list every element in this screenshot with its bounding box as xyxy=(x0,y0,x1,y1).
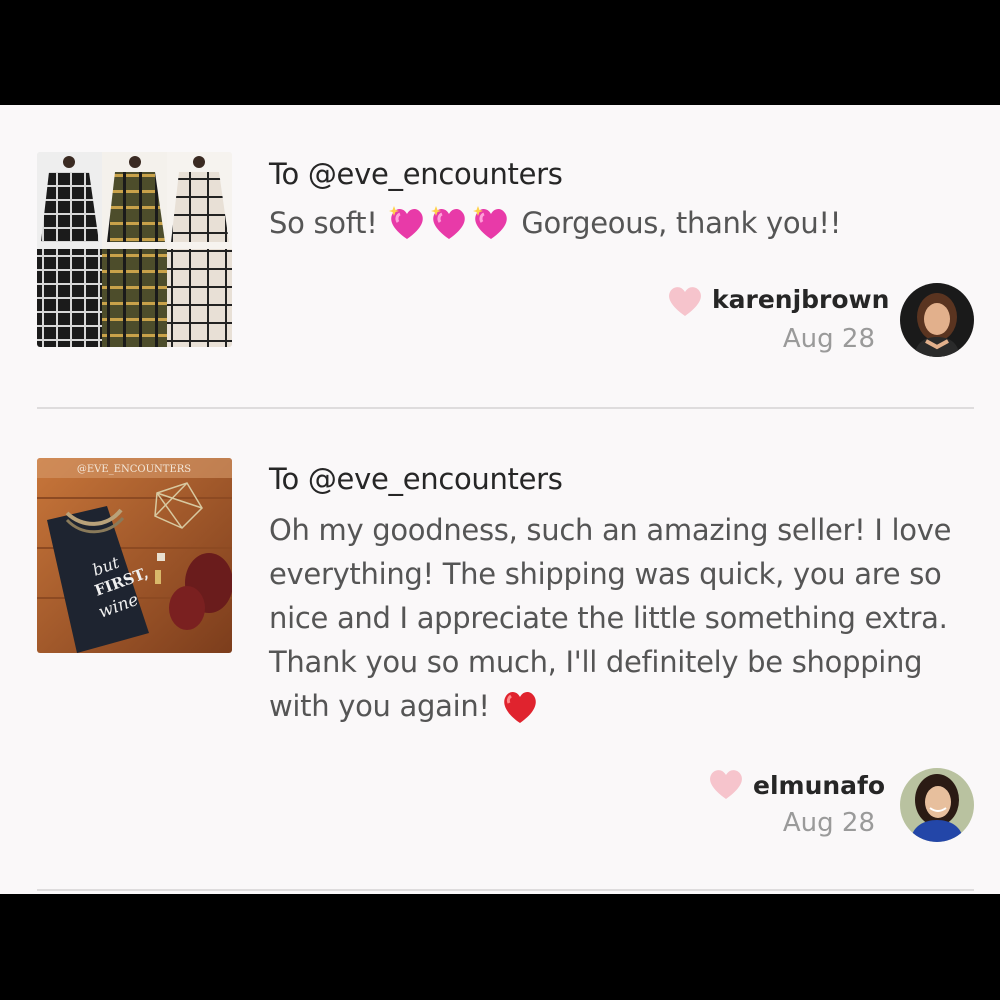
review-message-text: Gorgeous, thank you!! xyxy=(521,206,842,240)
review-date: Aug 28 xyxy=(782,324,875,354)
review-message-text: So soft! xyxy=(269,206,378,240)
like-heart-icon[interactable] xyxy=(707,766,745,800)
thumbnail-caption: @EVE_ENCOUNTERS xyxy=(77,464,191,475)
review-card: To @eve_encounters So soft! Gorgeous, th… xyxy=(0,105,1000,408)
reviewer-username[interactable]: elmunafo xyxy=(753,771,885,800)
plaid-scarves-image xyxy=(37,152,232,347)
reviews-panel: To @eve_encounters So soft! Gorgeous, th… xyxy=(0,105,1000,894)
avatar[interactable] xyxy=(900,283,974,357)
review-thumbnail[interactable] xyxy=(37,152,232,347)
review-thumbnail[interactable]: @EVE_ENCOUNTERS but FIRST, wine xyxy=(37,458,232,653)
review-recipient: To @eve_encounters xyxy=(269,157,563,191)
but-first-wine-flatlay-image: @EVE_ENCOUNTERS but FIRST, wine xyxy=(37,458,232,653)
review-message-text: Oh my goodness, such an amazing seller! … xyxy=(269,513,952,723)
review-card: @EVE_ENCOUNTERS but FIRST, wine To @eve_… xyxy=(0,410,1000,890)
review-date: Aug 28 xyxy=(782,808,875,838)
red-heart-icon xyxy=(503,691,536,723)
divider xyxy=(37,407,974,409)
like-heart-icon[interactable] xyxy=(666,283,704,317)
review-message: Oh my goodness, such an amazing seller! … xyxy=(269,508,959,728)
avatar[interactable] xyxy=(900,768,974,842)
reviewer-username[interactable]: karenjbrown xyxy=(712,285,889,314)
divider xyxy=(37,889,974,891)
reviewer-avatar-image xyxy=(900,283,974,357)
screenshot-frame: To @eve_encounters So soft! Gorgeous, th… xyxy=(0,0,1000,1000)
reviewer-avatar-image xyxy=(900,768,974,842)
sparkling-heart-icon xyxy=(389,206,424,239)
sparkling-heart-icon xyxy=(431,206,466,239)
review-message: So soft! Gorgeous, thank you!! xyxy=(269,201,959,245)
review-recipient: To @eve_encounters xyxy=(269,462,563,496)
sparkling-heart-icon xyxy=(473,206,508,239)
